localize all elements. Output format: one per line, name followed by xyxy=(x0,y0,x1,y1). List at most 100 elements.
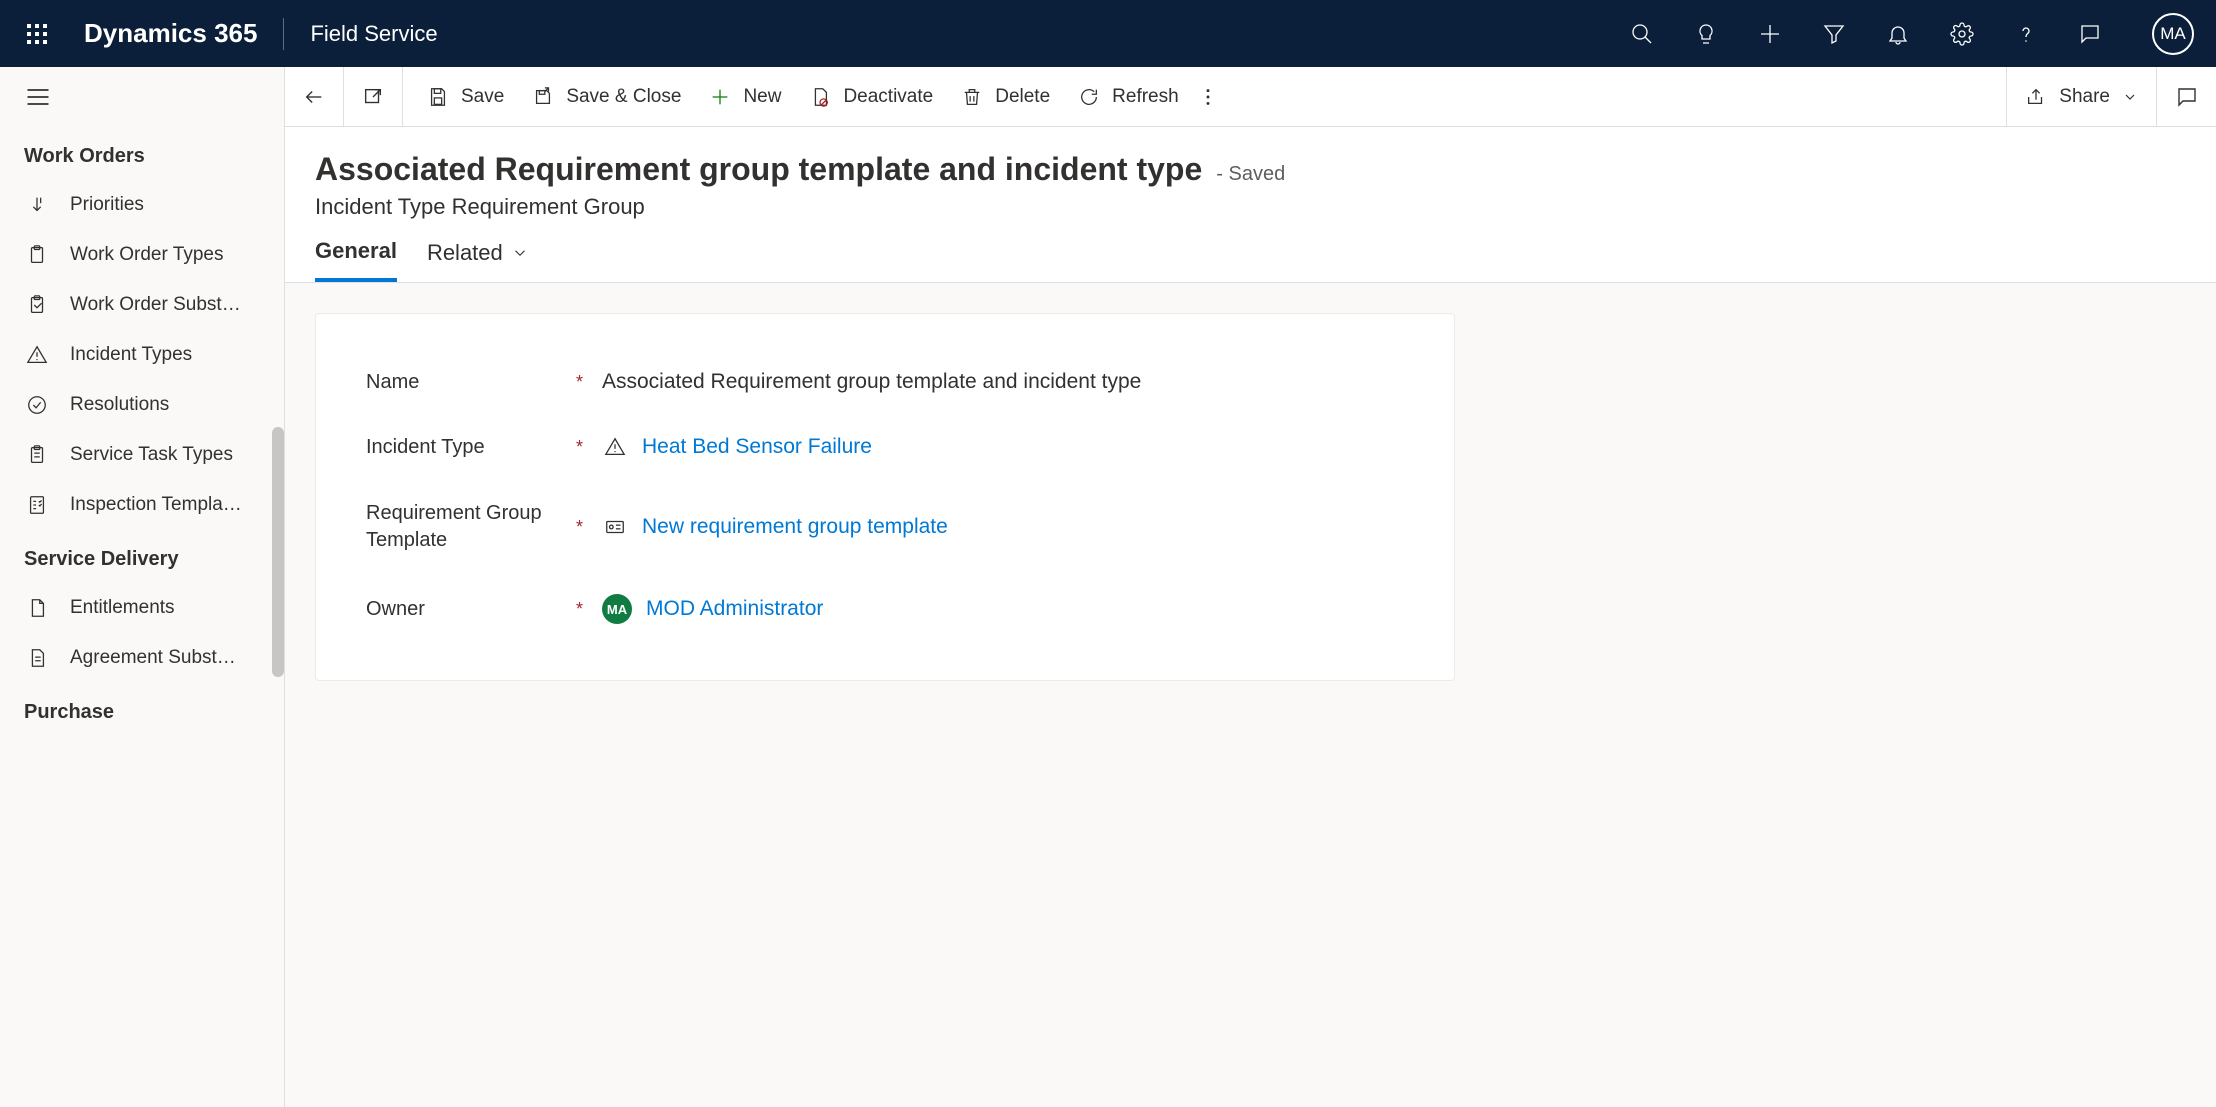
search-button[interactable] xyxy=(1626,18,1658,50)
plus-icon xyxy=(1758,22,1782,46)
more-commands-button[interactable] xyxy=(1193,86,1223,108)
header-divider xyxy=(283,18,284,50)
nav-item-label: Entitlements xyxy=(70,597,175,619)
user-avatar[interactable]: MA xyxy=(2152,13,2194,55)
record-saved-status: - Saved xyxy=(1216,163,1285,186)
assistant-pane-button[interactable] xyxy=(2156,67,2216,126)
notifications-button[interactable] xyxy=(1882,18,1914,50)
nav-item-label: Inspection Templa… xyxy=(70,494,242,516)
waffle-icon xyxy=(25,22,49,46)
filter-icon xyxy=(1822,22,1846,46)
save-close-icon xyxy=(532,86,554,108)
nav-item-incident-types[interactable]: Incident Types xyxy=(0,330,284,380)
main-content: Save Save & Close New Deactivate Delete xyxy=(285,67,2216,1107)
nav-item-inspection-templates[interactable]: Inspection Templa… xyxy=(0,480,284,530)
nav-item-agreement-substatuses[interactable]: Agreement Subst… xyxy=(0,633,284,683)
tab-general[interactable]: General xyxy=(315,238,397,282)
nav-item-label: Service Task Types xyxy=(70,444,233,466)
insights-button[interactable] xyxy=(1690,18,1722,50)
nav-item-label: Agreement Subst… xyxy=(70,647,236,669)
avatar-initials: MA xyxy=(2160,24,2186,44)
required-indicator: * xyxy=(576,437,602,458)
incident-type-value: Heat Bed Sensor Failure xyxy=(642,435,872,459)
field-name: Name * Associated Requirement group temp… xyxy=(366,350,1404,414)
save-close-label: Save & Close xyxy=(566,86,681,108)
nav-item-entitlements[interactable]: Entitlements xyxy=(0,583,284,633)
name-input[interactable]: Associated Requirement group template an… xyxy=(602,370,1404,394)
owner-avatar: MA xyxy=(602,594,632,624)
nav-item-label: Work Order Types xyxy=(70,244,223,266)
advanced-find-button[interactable] xyxy=(1818,18,1850,50)
rgt-value: New requirement group template xyxy=(642,515,948,539)
save-button[interactable]: Save xyxy=(413,86,518,108)
brand-title[interactable]: Dynamics 365 xyxy=(84,18,257,49)
form-tabs: General Related xyxy=(285,220,2216,283)
app-launcher-button[interactable] xyxy=(18,15,56,53)
nav-collapse-button[interactable] xyxy=(0,67,284,127)
nav-item-work-order-substatuses[interactable]: Work Order Subst… xyxy=(0,280,284,330)
trash-icon xyxy=(961,86,983,108)
save-icon xyxy=(427,86,449,108)
chevron-down-icon xyxy=(2122,89,2138,105)
priorities-icon xyxy=(24,192,50,218)
nav-group-service-delivery: Service Delivery xyxy=(0,530,284,583)
chat-icon xyxy=(2078,22,2102,46)
module-name[interactable]: Field Service xyxy=(310,21,437,47)
field-owner: Owner * MA MOD Administrator xyxy=(366,574,1404,644)
tab-related-label: Related xyxy=(427,240,503,266)
owner-value: MOD Administrator xyxy=(646,597,823,621)
required-indicator: * xyxy=(576,372,602,393)
id-card-icon xyxy=(602,514,628,540)
form-area: Name * Associated Requirement group temp… xyxy=(285,283,2216,1107)
help-button[interactable] xyxy=(2010,18,2042,50)
warning-icon xyxy=(602,434,628,460)
gear-icon xyxy=(1950,22,1974,46)
nav-item-label: Priorities xyxy=(70,194,144,216)
new-button[interactable]: New xyxy=(695,86,795,108)
search-icon xyxy=(1630,22,1654,46)
tab-general-label: General xyxy=(315,238,397,264)
form-card: Name * Associated Requirement group temp… xyxy=(315,313,1455,681)
nav-item-work-order-types[interactable]: Work Order Types xyxy=(0,230,284,280)
nav-item-service-task-types[interactable]: Service Task Types xyxy=(0,430,284,480)
refresh-icon xyxy=(1078,86,1100,108)
nav-item-resolutions[interactable]: Resolutions xyxy=(0,380,284,430)
document-icon xyxy=(24,595,50,621)
incident-type-lookup[interactable]: Heat Bed Sensor Failure xyxy=(602,434,1404,460)
chevron-down-icon xyxy=(511,244,529,262)
nav-item-priorities[interactable]: Priorities xyxy=(0,180,284,230)
owner-lookup[interactable]: MA MOD Administrator xyxy=(602,594,1404,624)
assistant-button[interactable] xyxy=(2074,18,2106,50)
rgt-lookup[interactable]: New requirement group template xyxy=(602,514,1404,540)
command-bar: Save Save & Close New Deactivate Delete xyxy=(285,67,2216,127)
checkmark-circle-icon xyxy=(24,392,50,418)
warning-icon xyxy=(24,342,50,368)
checklist-icon xyxy=(24,492,50,518)
share-button[interactable]: Share xyxy=(2006,67,2156,126)
name-value: Associated Requirement group template an… xyxy=(602,370,1141,394)
back-button[interactable] xyxy=(285,67,344,126)
nav-item-label: Work Order Subst… xyxy=(70,294,241,316)
nav-scrollbar-thumb[interactable] xyxy=(272,427,284,677)
task-list-icon xyxy=(24,442,50,468)
required-indicator: * xyxy=(576,517,602,538)
clipboard-edit-icon xyxy=(24,292,50,318)
tab-related[interactable]: Related xyxy=(427,238,529,282)
open-new-window-button[interactable] xyxy=(344,67,403,126)
settings-button[interactable] xyxy=(1946,18,1978,50)
deactivate-button[interactable]: Deactivate xyxy=(795,86,947,108)
save-close-button[interactable]: Save & Close xyxy=(518,86,695,108)
delete-button[interactable]: Delete xyxy=(947,86,1064,108)
incident-type-label: Incident Type xyxy=(366,436,576,459)
quick-create-button[interactable] xyxy=(1754,18,1786,50)
question-icon xyxy=(2014,22,2038,46)
bell-icon xyxy=(1886,22,1910,46)
lightbulb-icon xyxy=(1694,22,1718,46)
document-lines-icon xyxy=(24,645,50,671)
left-nav: Work Orders Priorities Work Order Types … xyxy=(0,67,285,1107)
refresh-label: Refresh xyxy=(1112,86,1179,108)
record-title: Associated Requirement group template an… xyxy=(315,151,1202,188)
refresh-button[interactable]: Refresh xyxy=(1064,86,1193,108)
owner-label: Owner xyxy=(366,598,576,621)
record-entity-name: Incident Type Requirement Group xyxy=(315,194,2186,220)
